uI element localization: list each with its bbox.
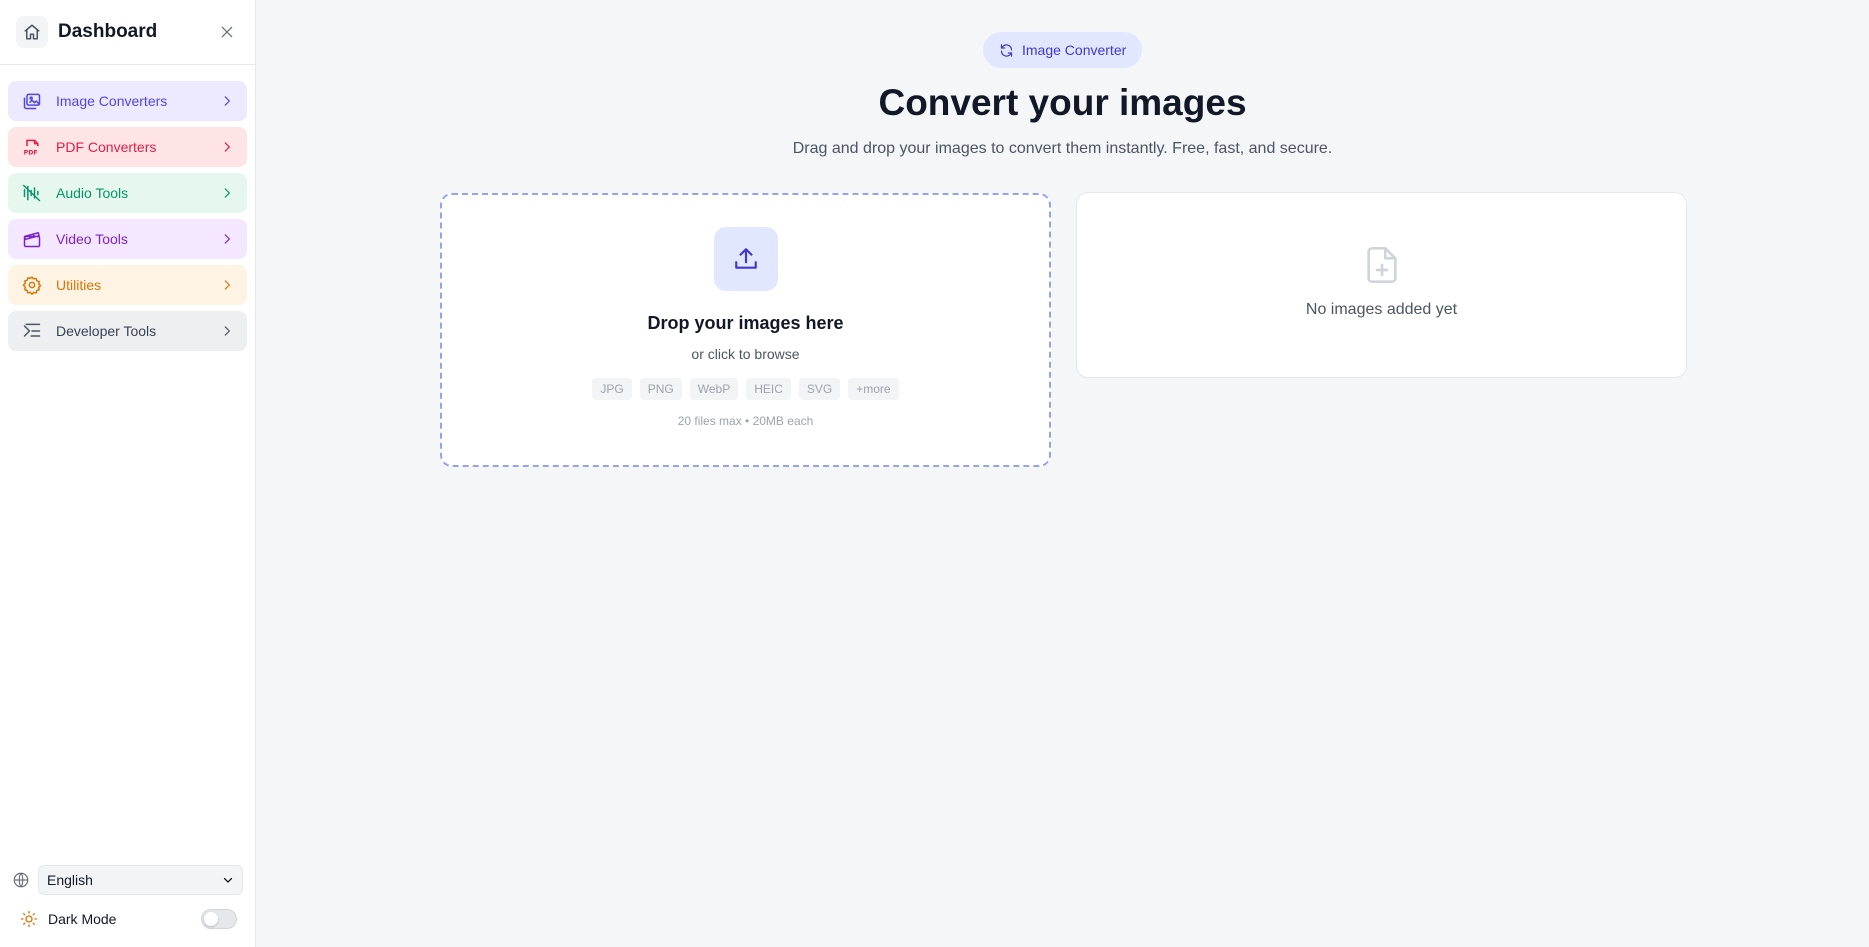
close-sidebar-button[interactable] — [215, 20, 239, 44]
clapperboard-icon — [22, 229, 42, 249]
home-icon — [24, 24, 40, 40]
chevron-right-icon — [219, 277, 235, 293]
format-chip: PNG — [639, 378, 682, 400]
main-content: Image Converter Convert your images Drag… — [256, 0, 1869, 947]
sidebar-item-label: Developer Tools — [56, 323, 157, 339]
badge-label: Image Converter — [1022, 42, 1127, 58]
format-list: JPG PNG WebP HEIC SVG +more — [592, 378, 899, 400]
language-select[interactable]: English — [38, 865, 243, 895]
sidebar-item-label: Image Converters — [56, 93, 168, 109]
sidebar-nav: Image Converters PDF PDF Converters Audi… — [0, 65, 255, 351]
svg-text:PDF: PDF — [24, 150, 38, 157]
image-icon — [22, 91, 42, 111]
toggle-knob — [204, 912, 218, 926]
category-badge: Image Converter — [983, 32, 1143, 68]
dropzone-limit: 20 files max • 20MB each — [677, 414, 814, 428]
upload-icon-box — [713, 227, 778, 291]
chevron-right-icon — [219, 93, 235, 109]
dark-mode-row: Dark Mode — [12, 905, 243, 933]
format-chip: +more — [848, 378, 899, 400]
upload-icon — [734, 248, 757, 269]
dropzone-title: Drop your images here — [647, 313, 844, 333]
sidebar-item-video-tools[interactable]: Video Tools — [8, 219, 247, 259]
sidebar-item-pdf-converters[interactable]: PDF PDF Converters — [8, 127, 247, 167]
sidebar-item-developer-tools[interactable]: Developer Tools — [8, 311, 247, 351]
chevron-down-icon — [223, 877, 233, 883]
language-row: English — [12, 865, 243, 895]
sidebar-item-label: Utilities — [56, 277, 102, 293]
chevron-right-icon — [219, 231, 235, 247]
audio-waveform-icon — [22, 183, 42, 203]
sidebar-item-utilities[interactable]: Utilities — [8, 265, 247, 305]
dropzone-subtitle: or click to browse — [691, 346, 800, 362]
gear-icon — [22, 275, 42, 295]
dark-mode-toggle[interactable] — [201, 909, 237, 929]
chevron-right-icon — [219, 185, 235, 201]
empty-state-text: No images added yet — [1305, 301, 1458, 318]
sidebar-item-image-converters[interactable]: Image Converters — [8, 81, 247, 121]
sidebar-footer: English Dark Mode — [0, 865, 255, 947]
close-icon — [221, 26, 233, 38]
sidebar-header: Dashboard — [0, 0, 255, 65]
page-subtitle: Drag and drop your images to convert the… — [792, 140, 1333, 157]
sidebar-title: Dashboard — [58, 21, 158, 42]
home-button[interactable] — [16, 16, 48, 48]
sidebar: Dashboard Image Converters PDF PDF Conve… — [0, 0, 256, 947]
pdf-icon: PDF — [22, 137, 42, 157]
language-value: English — [47, 872, 93, 888]
chevron-right-icon — [219, 323, 235, 339]
terminal-icon — [22, 321, 42, 341]
format-chip: SVG — [798, 378, 841, 400]
sidebar-item-label: PDF Converters — [56, 139, 157, 155]
chevron-right-icon — [219, 139, 235, 155]
format-chip: JPG — [592, 378, 632, 400]
image-preview-panel: No images added yet — [1076, 192, 1687, 378]
sun-icon — [20, 910, 38, 928]
globe-icon — [13, 872, 29, 888]
format-chip: WebP — [689, 378, 739, 400]
file-plus-icon — [1366, 247, 1397, 283]
format-chip: HEIC — [746, 378, 791, 400]
refresh-icon — [1000, 43, 1013, 57]
dark-mode-label: Dark Mode — [48, 911, 117, 927]
sidebar-item-audio-tools[interactable]: Audio Tools — [8, 173, 247, 213]
image-dropzone[interactable]: Drop your images here or click to browse… — [440, 193, 1051, 467]
sidebar-item-label: Audio Tools — [56, 185, 129, 201]
page-title: Convert your images — [878, 82, 1247, 123]
sidebar-item-label: Video Tools — [56, 231, 128, 247]
